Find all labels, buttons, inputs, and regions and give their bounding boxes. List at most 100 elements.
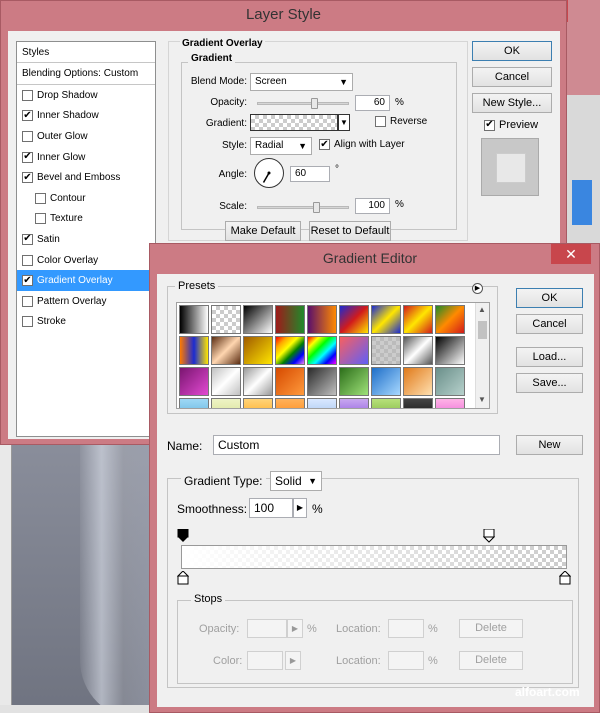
preset-swatch[interactable] bbox=[243, 367, 273, 396]
preset-swatch[interactable] bbox=[211, 336, 241, 365]
preset-swatch[interactable] bbox=[243, 305, 273, 334]
preset-swatch[interactable] bbox=[179, 398, 209, 408]
smoothness-input[interactable]: 100 bbox=[249, 498, 293, 518]
color-stop-right-icon[interactable] bbox=[559, 571, 571, 585]
stop-color-location-input[interactable] bbox=[388, 651, 424, 670]
preset-swatch[interactable] bbox=[243, 398, 273, 408]
style-item[interactable]: Outer Glow bbox=[17, 126, 155, 147]
preset-swatch[interactable] bbox=[275, 367, 305, 396]
ge-ok-button[interactable]: OK bbox=[516, 288, 583, 308]
name-input[interactable]: Custom bbox=[213, 435, 500, 455]
align-with-layer-checkbox[interactable]: ✔ Align with Layer bbox=[319, 139, 405, 150]
stop-color-swatch[interactable] bbox=[247, 651, 283, 670]
opacity-slider-thumb[interactable] bbox=[310, 98, 318, 109]
style-item[interactable]: Drop Shadow bbox=[17, 85, 155, 106]
gradient-dropdown-arrow-icon[interactable]: ▼ bbox=[338, 114, 350, 131]
gradient-ramp[interactable] bbox=[181, 545, 567, 569]
style-item[interactable]: Stroke bbox=[17, 312, 155, 333]
gradient-type-select[interactable]: Solid ▼ bbox=[270, 471, 322, 491]
scale-slider[interactable] bbox=[257, 202, 349, 213]
preset-swatch[interactable] bbox=[307, 305, 337, 334]
checkbox-icon[interactable]: ✔ bbox=[22, 151, 33, 163]
styles-header[interactable]: Styles bbox=[17, 42, 155, 63]
preset-swatch[interactable] bbox=[275, 305, 305, 334]
preset-swatch[interactable] bbox=[307, 367, 337, 396]
presets-scroll-thumb[interactable] bbox=[478, 321, 487, 339]
stop-opacity-arrow-icon[interactable]: ▶ bbox=[287, 619, 303, 638]
preset-swatch[interactable] bbox=[211, 398, 241, 408]
preset-swatch[interactable] bbox=[403, 305, 433, 334]
checkbox-icon[interactable] bbox=[22, 89, 33, 101]
checkbox-icon[interactable] bbox=[22, 316, 33, 328]
color-stop-left-icon[interactable] bbox=[177, 571, 189, 585]
scroll-down-icon[interactable]: ▼ bbox=[478, 395, 486, 404]
opacity-input[interactable]: 60 bbox=[355, 95, 390, 111]
reset-to-default-button[interactable]: Reset to Default bbox=[309, 221, 391, 241]
preset-swatch[interactable] bbox=[179, 367, 209, 396]
preset-swatch[interactable] bbox=[435, 305, 465, 334]
scroll-up-icon[interactable]: ▲ bbox=[478, 305, 486, 314]
reverse-check-icon[interactable] bbox=[375, 116, 386, 127]
preset-swatch[interactable] bbox=[435, 367, 465, 396]
style-item[interactable]: ✔ Inner Glow bbox=[17, 147, 155, 168]
checkbox-icon[interactable] bbox=[22, 254, 33, 266]
close-icon[interactable]: ✕ bbox=[551, 244, 591, 264]
preset-swatch[interactable] bbox=[435, 336, 465, 365]
cancel-button[interactable]: Cancel bbox=[472, 67, 552, 87]
preset-swatch[interactable] bbox=[371, 305, 401, 334]
preset-swatch[interactable] bbox=[403, 398, 433, 408]
style-item[interactable]: ✔ Gradient Overlay bbox=[17, 270, 155, 291]
make-default-button[interactable]: Make Default bbox=[225, 221, 301, 241]
ge-cancel-button[interactable]: Cancel bbox=[516, 314, 583, 334]
checkbox-icon[interactable]: ✔ bbox=[22, 233, 33, 245]
preset-swatch[interactable] bbox=[339, 398, 369, 408]
preset-swatch[interactable] bbox=[307, 336, 337, 365]
new-gradient-button[interactable]: New bbox=[516, 435, 583, 455]
style-item[interactable]: Color Overlay bbox=[17, 250, 155, 271]
preset-swatch[interactable] bbox=[243, 336, 273, 365]
checkbox-icon[interactable]: ✔ bbox=[22, 275, 33, 287]
presets-scrollbar[interactable]: ▲ ▼ bbox=[475, 303, 489, 408]
checkbox-icon[interactable] bbox=[35, 213, 46, 225]
reverse-checkbox[interactable]: Reverse bbox=[375, 116, 427, 127]
preset-swatch[interactable] bbox=[339, 367, 369, 396]
checkbox-icon[interactable] bbox=[22, 130, 33, 142]
save-button[interactable]: Save... bbox=[516, 373, 583, 393]
preset-swatch[interactable] bbox=[307, 398, 337, 408]
presets-menu-icon[interactable]: ▶ bbox=[472, 283, 483, 294]
style-item[interactable]: ✔ Bevel and Emboss bbox=[17, 167, 155, 188]
preset-swatch[interactable] bbox=[371, 367, 401, 396]
blend-mode-select[interactable]: Screen ▼ bbox=[250, 73, 353, 91]
style-item[interactable]: Contour bbox=[17, 188, 155, 209]
preset-swatch[interactable] bbox=[179, 305, 209, 334]
opacity-stop-right-icon[interactable] bbox=[483, 529, 495, 543]
preset-swatch[interactable] bbox=[275, 398, 305, 408]
angle-dial[interactable] bbox=[254, 158, 284, 188]
style-item[interactable]: Texture bbox=[17, 209, 155, 230]
preset-swatch[interactable] bbox=[403, 367, 433, 396]
style-select[interactable]: Radial ▼ bbox=[250, 137, 312, 155]
preset-swatch[interactable] bbox=[371, 398, 401, 408]
preset-swatch[interactable] bbox=[339, 305, 369, 334]
stop-opacity-input[interactable] bbox=[247, 619, 287, 638]
preset-swatch[interactable] bbox=[275, 336, 305, 365]
ok-button[interactable]: OK bbox=[472, 41, 552, 61]
align-check-icon[interactable]: ✔ bbox=[319, 139, 330, 150]
scale-input[interactable]: 100 bbox=[355, 198, 390, 214]
new-style-button[interactable]: New Style... bbox=[472, 93, 552, 113]
delete-opacity-stop-button[interactable]: Delete bbox=[459, 619, 523, 638]
style-item[interactable]: Pattern Overlay bbox=[17, 291, 155, 312]
style-item[interactable]: ✔ Inner Shadow bbox=[17, 106, 155, 127]
opacity-stop-left-icon[interactable] bbox=[177, 529, 189, 543]
gradient-swatch[interactable] bbox=[250, 114, 338, 131]
checkbox-icon[interactable] bbox=[22, 295, 33, 307]
preview-check-icon[interactable]: ✔ bbox=[484, 119, 495, 131]
preset-swatch[interactable] bbox=[211, 367, 241, 396]
stop-color-arrow-icon[interactable]: ▶ bbox=[285, 651, 301, 670]
scale-slider-thumb[interactable] bbox=[313, 202, 320, 213]
stop-opacity-location-input[interactable] bbox=[388, 619, 424, 638]
preset-swatch[interactable] bbox=[339, 336, 369, 365]
preset-swatch[interactable] bbox=[435, 398, 465, 408]
style-item[interactable]: ✔ Satin bbox=[17, 229, 155, 250]
opacity-slider[interactable] bbox=[257, 98, 349, 109]
